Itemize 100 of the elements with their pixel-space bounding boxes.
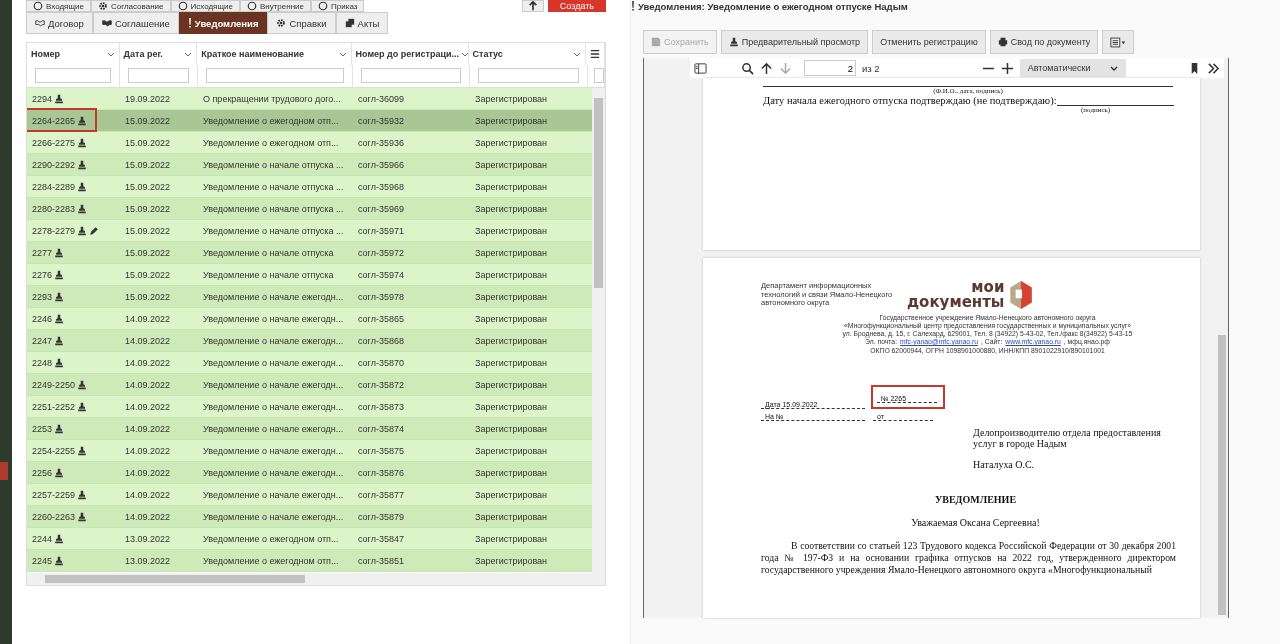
zoom-select[interactable]: Автоматически — [1019, 59, 1126, 77]
table-row[interactable]: 2293 15.09.2022 Уведомление о начале ежегодн... согл-35978 Зарегистрирован — [27, 286, 592, 308]
table-cell: Уведомление о начале отпуска ... — [203, 225, 344, 236]
category-tab[interactable]: Справки — [267, 12, 336, 34]
table-cell: Зарегистрирован — [475, 159, 548, 170]
table-row[interactable]: 2276 15.09.2022 Уведомление о начале отпуска согл-35974 Зарегистрирован — [27, 264, 592, 286]
table-cell: 14.09.2022 — [125, 401, 171, 412]
table-cell: Зарегистрирован — [475, 115, 548, 126]
category-tab[interactable]: Уведомления — [178, 12, 268, 34]
table-cell: Уведомление о начале ежегодн... — [203, 423, 344, 434]
table-row[interactable]: 2260-2263 14.09.2022 Уведомление о начале ежегодн... согл-35879 Зарегистрирован — [27, 506, 592, 528]
stamp-icon — [54, 423, 65, 434]
vertical-scrollbar[interactable] — [592, 88, 605, 573]
table-cell: 2264-2265 — [32, 115, 76, 126]
table-cell: Зарегистрирован — [475, 225, 548, 236]
category-tab[interactable]: Акты — [335, 12, 389, 34]
double-chevron-icon[interactable] — [1207, 61, 1220, 75]
category-tab[interactable]: Согласование — [90, 0, 171, 12]
table-cell: 2280-2283 — [32, 203, 76, 214]
filter-field[interactable] — [206, 68, 344, 83]
menu-icon[interactable] — [590, 49, 600, 59]
stamp-icon — [77, 181, 88, 192]
table-row[interactable]: 2253 14.09.2022 Уведомление о начале ежегодн... согл-35874 Зарегистрирован — [27, 418, 592, 440]
category-tab[interactable]: Входящие — [26, 0, 91, 12]
options-dropdown-button[interactable] — [1102, 30, 1135, 54]
table-cell: 2276 — [32, 269, 53, 280]
chevron-icon[interactable] — [461, 51, 470, 57]
filter-field[interactable] — [128, 68, 189, 83]
table-cell: 14.09.2022 — [125, 313, 171, 324]
table-cell: Уведомление о начале отпуска — [203, 269, 334, 280]
toolbar-button[interactable]: Отменить регистрацию — [872, 30, 986, 54]
table-row[interactable]: 2249-2250 14.09.2022 Уведомление о начале ежегодн... согл-35872 Зарегистрирован — [27, 374, 592, 396]
create-button[interactable]: Создать — [547, 0, 606, 12]
toolbar-button[interactable]: Свод по документу — [989, 30, 1099, 54]
table-cell: 2253 — [32, 423, 53, 434]
table-cell: Уведомление о начале ежегодн... — [203, 291, 344, 302]
table-row[interactable]: 2277 15.09.2022 Уведомление о начале отпуска согл-35972 Зарегистрирован — [27, 242, 592, 264]
table-row[interactable]: 2246 14.09.2022 Уведомление о начале ежегодн... согл-35865 Зарегистрирован — [27, 308, 592, 330]
table-row[interactable]: 2248 14.09.2022 Уведомление о начале ежегодн... согл-35870 Зарегистрирован — [27, 352, 592, 374]
table-cell: Зарегистрирован — [475, 357, 548, 368]
page-number-field[interactable]: 2 — [804, 60, 856, 76]
table-cell: Уведомление о начале ежегодн... — [203, 379, 344, 390]
table-cell: 19.09.2022 — [125, 93, 171, 104]
chevron-icon[interactable] — [573, 51, 581, 57]
table-cell: Зарегистрирован — [475, 467, 548, 478]
sidebar-icon[interactable] — [694, 61, 707, 75]
table-row[interactable]: 2290-2292 15.09.2022 Уведомление о начале отпуска ... согл-35966 Зарегистрирован — [27, 154, 592, 176]
circle-icon — [246, 1, 257, 11]
table-cell: 14.09.2022 — [125, 335, 171, 346]
filter-field[interactable] — [35, 68, 111, 83]
table-row[interactable]: 2257-2259 14.09.2022 Уведомление о начале ежегодн... согл-35877 Зарегистрирован — [27, 484, 592, 506]
zoom-in-icon[interactable] — [1000, 61, 1014, 75]
table-cell: согл-35875 — [358, 445, 404, 456]
gear-icon — [97, 1, 108, 11]
category-tab[interactable]: Внутренние — [239, 0, 312, 12]
stamp-icon — [77, 445, 88, 456]
filter-field[interactable] — [478, 68, 579, 83]
table-cell: 2244 — [32, 533, 53, 544]
toolbar-button[interactable]: Предварительный просмотр — [720, 30, 869, 54]
horizontal-scrollbar[interactable] — [27, 573, 605, 585]
category-tab[interactable]: Исходящие — [170, 0, 240, 12]
chevron-icon[interactable] — [338, 51, 347, 57]
table-row[interactable]: 2254-2255 14.09.2022 Уведомление о начале ежегодн... согл-35875 Зарегистрирован — [27, 440, 592, 462]
table-cell: Зарегистрирован — [475, 401, 548, 412]
table-row[interactable]: 2278-2279 15.09.2022 Уведомление о начале отпуска ... согл-35971 Зарегистрирован — [27, 220, 592, 242]
table-cell: согл-35936 — [358, 137, 404, 148]
search-icon[interactable] — [741, 61, 754, 75]
stamp-icon — [54, 93, 65, 104]
category-tab[interactable]: Приказ — [311, 0, 365, 12]
table-cell: 15.09.2022 — [125, 203, 171, 214]
table-row[interactable]: 2256 14.09.2022 Уведомление о начале ежегодн... согл-35876 Зарегистрирован — [27, 462, 592, 484]
table-row[interactable]: 2251-2252 14.09.2022 Уведомление о начале ежегодн... согл-35873 Зарегистрирован — [27, 396, 592, 418]
table-cell: Зарегистрирован — [475, 555, 548, 566]
table-row[interactable]: 2247 14.09.2022 Уведомление о начале ежегодн... согл-35868 Зарегистрирован — [27, 330, 592, 352]
table-cell: 14.09.2022 — [125, 423, 171, 434]
table-cell: Уведомление о ежегодном отп... — [203, 137, 339, 148]
filter-field[interactable] — [594, 68, 604, 83]
table-row[interactable]: 2264-2265 15.09.2022 Уведомление о ежегодном отп... согл-35932 Зарегистрирован — [27, 110, 592, 132]
table-cell: Уведомление о начале ежегодн... — [203, 489, 344, 500]
table-row[interactable]: 2284-2289 15.09.2022 Уведомление о начале отпуска ... согл-35968 Зарегистрирован — [27, 176, 592, 198]
table-row[interactable]: 2280-2283 15.09.2022 Уведомление о начале отпуска ... согл-35969 Зарегистрирован — [27, 198, 592, 220]
up-arrow-icon[interactable] — [760, 61, 773, 75]
body-paragraph: В соответствии со статьей 123 Трудового кодекса Российской Федерации от 30 декабря 2001 года № 197-ФЗ и на основании графика отпусков на 2022 год, утвержденного директором государственного учреждения Ямало-Ненецкого автономного округа «Многофункциональный — [761, 539, 1176, 577]
table-cell: Уведомление о начале отпуска — [203, 247, 334, 258]
category-tab[interactable]: Договор — [26, 12, 93, 34]
table-row[interactable]: 2294 19.09.2022 О прекращении трудового дого... согл-36099 Зарегистрирован — [27, 88, 592, 110]
filter-field[interactable] — [361, 68, 461, 83]
printer-icon — [997, 37, 1008, 47]
chevron-icon[interactable] — [106, 51, 115, 57]
copy-icon — [344, 18, 355, 28]
table-cell: согл-35851 — [358, 555, 404, 566]
category-tab[interactable]: Соглашение — [92, 12, 179, 34]
table-cell: согл-35865 — [358, 313, 404, 324]
table-row[interactable]: 2245 13.09.2022 Уведомление о ежегодном отп... согл-35851 Зарегистрирован — [27, 550, 592, 572]
chevron-icon[interactable] — [184, 51, 193, 57]
table-row[interactable]: 2266-2275 15.09.2022 Уведомление о ежегодном отп... согл-35936 Зарегистрирован — [27, 132, 592, 154]
table-row[interactable]: 2244 13.09.2022 Уведомление о ежегодном отп... согл-35847 Зарегистрирован — [27, 528, 592, 550]
table-cell: Зарегистрирован — [475, 203, 548, 214]
upload-button[interactable] — [521, 0, 544, 12]
handshake-icon — [101, 18, 112, 28]
